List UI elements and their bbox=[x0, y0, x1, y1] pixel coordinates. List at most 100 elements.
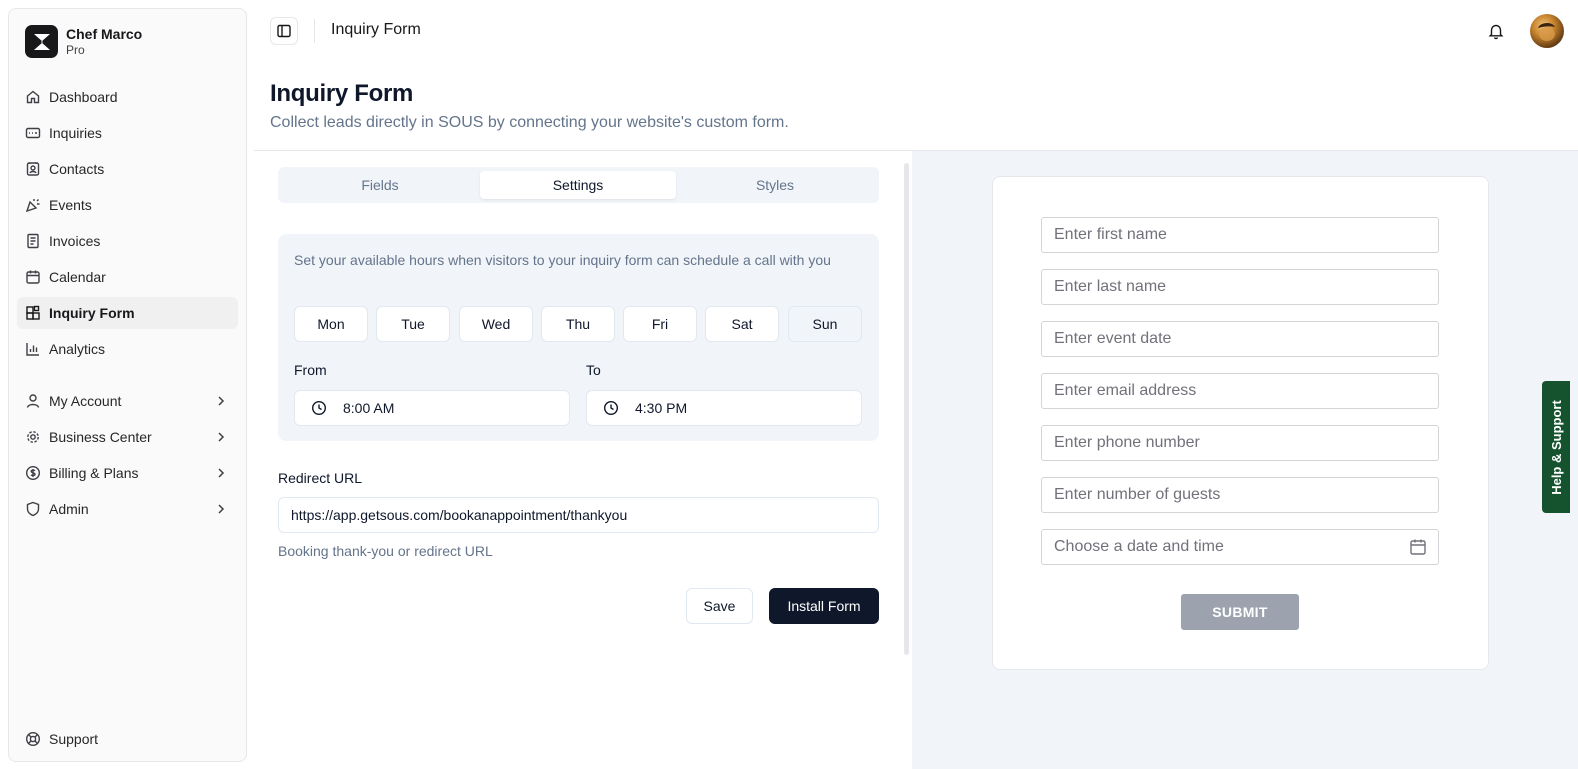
sidebar-item-label: Contacts bbox=[49, 161, 105, 177]
brand[interactable]: Chef Marco Pro bbox=[25, 25, 142, 58]
avatar[interactable] bbox=[1530, 14, 1564, 48]
brand-logo-icon bbox=[25, 25, 58, 58]
preview-guests-input[interactable] bbox=[1041, 477, 1439, 513]
redirect-url-input[interactable] bbox=[278, 497, 879, 533]
sidebar-nav: Dashboard Inquiries Contacts Events Invo… bbox=[17, 81, 238, 529]
day-selector: Mon Tue Wed Thu Fri Sat Sun bbox=[294, 306, 862, 342]
sidebar-item-label: Business Center bbox=[49, 429, 152, 445]
calendar-icon bbox=[25, 269, 41, 285]
sidebar-item-analytics[interactable]: Analytics bbox=[17, 333, 238, 365]
bar-chart-icon bbox=[25, 341, 41, 357]
sidebar-item-dashboard[interactable]: Dashboard bbox=[17, 81, 238, 113]
to-time-value: 4:30 PM bbox=[635, 400, 688, 416]
inbox-icon bbox=[25, 125, 41, 141]
redirect-url-help: Booking thank-you or redirect URL bbox=[278, 543, 493, 559]
topbar-divider bbox=[314, 19, 315, 43]
page-subtitle: Collect leads directly in SOUS by connec… bbox=[270, 114, 789, 131]
top-bar: Inquiry Form bbox=[254, 0, 1578, 62]
sidebar-item-my-account[interactable]: My Account bbox=[17, 385, 238, 417]
home-icon bbox=[25, 89, 41, 105]
sidebar-item-events[interactable]: Events bbox=[17, 189, 238, 221]
sidebar-item-inquiry-form[interactable]: Inquiry Form bbox=[17, 297, 238, 329]
from-time-value: 8:00 AM bbox=[343, 400, 395, 416]
save-button[interactable]: Save bbox=[686, 588, 753, 624]
day-button-fri[interactable]: Fri bbox=[623, 306, 697, 342]
scrollbar-thumb[interactable] bbox=[904, 163, 909, 655]
install-form-button[interactable]: Install Form bbox=[769, 588, 879, 624]
redirect-url-label: Redirect URL bbox=[278, 470, 363, 486]
preview-submit-button[interactable]: SUBMIT bbox=[1181, 594, 1299, 630]
help-support-label: Help & Support bbox=[1548, 399, 1564, 495]
preview-datetime-input[interactable] bbox=[1041, 529, 1439, 565]
sidebar-item-calendar[interactable]: Calendar bbox=[17, 261, 238, 293]
chevron-right-icon bbox=[218, 432, 225, 442]
page-header: Inquiry Form Collect leads directly in S… bbox=[270, 80, 789, 132]
hours-description: Set your available hours when visitors t… bbox=[294, 252, 831, 268]
user-icon bbox=[25, 393, 41, 409]
breadcrumb-title: Inquiry Form bbox=[331, 21, 421, 38]
receipt-icon bbox=[25, 233, 41, 249]
form-blocks-icon bbox=[25, 305, 41, 321]
sidebar-item-label: Dashboard bbox=[49, 89, 118, 105]
day-button-thu[interactable]: Thu bbox=[541, 306, 615, 342]
day-button-mon[interactable]: Mon bbox=[294, 306, 368, 342]
life-buoy-icon bbox=[25, 731, 41, 747]
tab-settings[interactable]: Settings bbox=[480, 171, 676, 199]
panel-left-icon bbox=[277, 24, 291, 38]
form-preview-pane: SUBMIT bbox=[912, 151, 1578, 769]
calendar-icon[interactable] bbox=[1409, 538, 1427, 556]
contact-book-icon bbox=[25, 161, 41, 177]
sidebar-item-inquiries[interactable]: Inquiries bbox=[17, 117, 238, 149]
sidebar-item-admin[interactable]: Admin bbox=[17, 493, 238, 525]
sidebar-item-label: Billing & Plans bbox=[49, 465, 139, 481]
tab-fields[interactable]: Fields bbox=[282, 171, 478, 199]
preview-phone-input[interactable] bbox=[1041, 425, 1439, 461]
preview-event-date-input[interactable] bbox=[1041, 321, 1439, 357]
clock-icon bbox=[603, 400, 619, 416]
sidebar-item-label: Inquiry Form bbox=[49, 305, 135, 321]
sidebar-item-invoices[interactable]: Invoices bbox=[17, 225, 238, 257]
sidebar-item-support[interactable]: Support bbox=[25, 731, 98, 747]
sidebar-item-label: Analytics bbox=[49, 341, 106, 357]
chevron-right-icon bbox=[218, 468, 225, 478]
settings-scrollbar[interactable] bbox=[902, 153, 910, 663]
sidebar-toggle-button[interactable] bbox=[270, 17, 298, 45]
sidebar-item-label: Calendar bbox=[49, 269, 106, 285]
preview-email-input[interactable] bbox=[1041, 373, 1439, 409]
preview-last-name-input[interactable] bbox=[1041, 269, 1439, 305]
available-hours-card: Set your available hours when visitors t… bbox=[278, 234, 879, 441]
shield-icon bbox=[25, 501, 41, 517]
sidebar-item-label: My Account bbox=[49, 393, 122, 409]
page-title: Inquiry Form bbox=[270, 80, 414, 107]
tab-styles[interactable]: Styles bbox=[677, 171, 873, 199]
sidebar-item-label: Inquiries bbox=[49, 125, 102, 141]
dollar-circle-icon bbox=[25, 465, 41, 481]
sidebar-item-billing-plans[interactable]: Billing & Plans bbox=[17, 457, 238, 489]
preview-first-name-input[interactable] bbox=[1041, 217, 1439, 253]
day-button-sat[interactable]: Sat bbox=[705, 306, 779, 342]
from-label: From bbox=[294, 362, 327, 378]
day-button-tue[interactable]: Tue bbox=[376, 306, 450, 342]
day-button-sun[interactable]: Sun bbox=[788, 306, 862, 342]
support-label: Support bbox=[49, 731, 99, 747]
brand-plan: Pro bbox=[66, 42, 85, 57]
chevron-right-icon bbox=[218, 504, 225, 514]
to-time-picker[interactable]: 4:30 PM bbox=[586, 390, 862, 426]
settings-tabs: Fields Settings Styles bbox=[278, 167, 879, 203]
bell-icon[interactable] bbox=[1487, 22, 1505, 40]
from-time-picker[interactable]: 8:00 AM bbox=[294, 390, 570, 426]
clock-icon bbox=[311, 400, 327, 416]
day-button-wed[interactable]: Wed bbox=[459, 306, 533, 342]
chevron-right-icon bbox=[218, 396, 225, 406]
sidebar-item-business-center[interactable]: Business Center bbox=[17, 421, 238, 453]
sidebar-item-label: Events bbox=[49, 197, 92, 213]
to-label: To bbox=[586, 362, 601, 378]
sidebar-item-label: Admin bbox=[49, 501, 89, 517]
sidebar-item-label: Invoices bbox=[49, 233, 101, 249]
party-popper-icon bbox=[25, 197, 41, 213]
brand-name: Chef Marco bbox=[66, 25, 143, 42]
help-support-tab[interactable]: Help & Support bbox=[1542, 381, 1570, 513]
settings-gear-icon bbox=[25, 429, 41, 445]
sidebar-item-contacts[interactable]: Contacts bbox=[17, 153, 238, 185]
form-preview-card: SUBMIT bbox=[992, 176, 1489, 670]
